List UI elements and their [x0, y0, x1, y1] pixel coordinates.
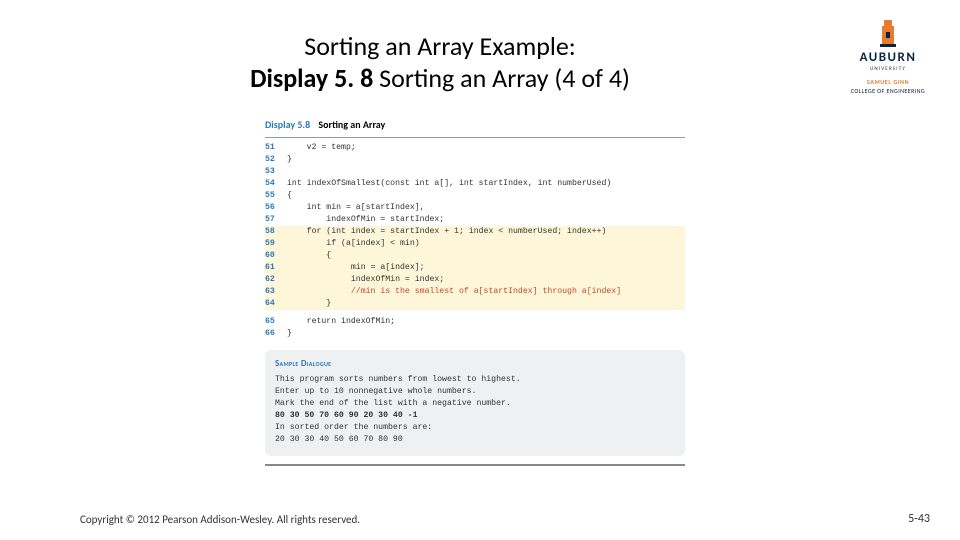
tower-icon — [877, 18, 899, 48]
code-text: } — [287, 328, 292, 340]
sample-dialogue-box: Sample Dialogue This program sorts numbe… — [265, 350, 685, 456]
code-text: } — [287, 154, 292, 166]
slide: Sorting an Array Example: Display 5. 8 S… — [0, 0, 960, 540]
copyright-text: Copyright © 2012 Pearson Addison-Wesley.… — [80, 513, 360, 526]
title-line-2: Display 5. 8 Sorting an Array (4 of 4) — [80, 62, 800, 94]
line-number: 61 — [265, 262, 287, 274]
bottom-rule — [265, 464, 685, 466]
line-number: 53 — [265, 166, 287, 178]
sample-body: This program sorts numbers from lowest t… — [275, 374, 675, 446]
code-figure: Display 5.8 Sorting an Array 51 v2 = tem… — [265, 118, 685, 466]
code-line: 59 if (a[index] < min) — [265, 238, 685, 250]
line-number: 66 — [265, 328, 287, 340]
line-number: 51 — [265, 142, 287, 154]
code-text: { — [287, 250, 331, 262]
code-line: 54int indexOfSmallest(const int a[], int… — [265, 178, 685, 190]
line-number: 64 — [265, 298, 287, 310]
code-text: min = a[index]; — [287, 262, 425, 274]
page-number: 5-43 — [908, 512, 930, 526]
figure-rule — [265, 137, 685, 138]
code-text: { — [287, 190, 292, 202]
code-line: 55{ — [265, 190, 685, 202]
code-text: return indexOfMin; — [287, 316, 395, 328]
title-rest: Sorting an Array (4 of 4) — [373, 62, 630, 94]
code-line: 65 return indexOfMin; — [265, 316, 685, 328]
code-line: 60 { — [265, 250, 685, 262]
logo-sub1: SAMUEL GINN — [838, 78, 938, 86]
line-number: 63 — [265, 286, 287, 298]
code-text: if (a[index] < min) — [287, 238, 420, 250]
sample-input-line: 80 30 50 70 60 90 20 30 40 -1 — [275, 410, 675, 422]
logo-word: AUBURN — [838, 50, 938, 65]
code-line: 52} — [265, 154, 685, 166]
line-number: 54 — [265, 178, 287, 190]
code-text: int indexOfSmallest(const int a[], int s… — [287, 178, 611, 190]
code-text: for (int index = startIndex + 1; index <… — [287, 226, 606, 238]
code-line: 56 int min = a[startIndex], — [265, 202, 685, 214]
code-text: indexOfMin = startIndex; — [287, 214, 444, 226]
line-number: 59 — [265, 238, 287, 250]
sample-heading: Sample Dialogue — [275, 358, 675, 369]
code-line: 62 indexOfMin = index; — [265, 274, 685, 286]
code-line: 53 — [265, 166, 685, 178]
code-text: indexOfMin = index; — [287, 274, 444, 286]
code-line: 58 for (int index = startIndex + 1; inde… — [265, 226, 685, 238]
line-number: 57 — [265, 214, 287, 226]
auburn-logo: AUBURN UNIVERSITY SAMUEL GINN COLLEGE OF… — [838, 18, 938, 95]
code-line: 57 indexOfMin = startIndex; — [265, 214, 685, 226]
code-line: 66} — [265, 328, 685, 340]
title-bold: Display 5. 8 — [250, 62, 373, 94]
code-line: 61 min = a[index]; — [265, 262, 685, 274]
code-text: //min is the smallest of a[startIndex] t… — [287, 286, 621, 298]
line-number: 62 — [265, 274, 287, 286]
logo-sub2: COLLEGE OF ENGINEERING — [838, 87, 938, 95]
title-line-1: Sorting an Array Example: — [80, 30, 800, 62]
slide-title: Sorting an Array Example: Display 5. 8 S… — [80, 30, 800, 94]
code-text: v2 = temp; — [287, 142, 356, 154]
code-listing: 51 v2 = temp;52}5354int indexOfSmallest(… — [265, 142, 685, 340]
code-text: } — [287, 298, 331, 310]
line-number: 65 — [265, 316, 287, 328]
code-line: 51 v2 = temp; — [265, 142, 685, 154]
sample-output-line: 20 30 30 40 50 60 70 80 90 — [275, 434, 675, 446]
sample-line: In sorted order the numbers are: — [275, 422, 675, 434]
line-number: 56 — [265, 202, 287, 214]
line-number: 52 — [265, 154, 287, 166]
sample-line: Enter up to 10 nonnegative whole numbers… — [275, 386, 675, 398]
sample-line: Mark the end of the list with a negative… — [275, 398, 675, 410]
line-number: 55 — [265, 190, 287, 202]
code-line: 64 } — [265, 298, 685, 310]
sample-line: This program sorts numbers from lowest t… — [275, 374, 675, 386]
code-line: 63 //min is the smallest of a[startIndex… — [265, 286, 685, 298]
figure-header: Display 5.8 Sorting an Array — [265, 118, 685, 131]
code-text: int min = a[startIndex], — [287, 202, 425, 214]
line-number: 58 — [265, 226, 287, 238]
line-number: 60 — [265, 250, 287, 262]
display-title: Sorting an Array — [318, 118, 385, 131]
display-number: Display 5.8 — [265, 118, 310, 131]
logo-university: UNIVERSITY — [838, 66, 938, 72]
